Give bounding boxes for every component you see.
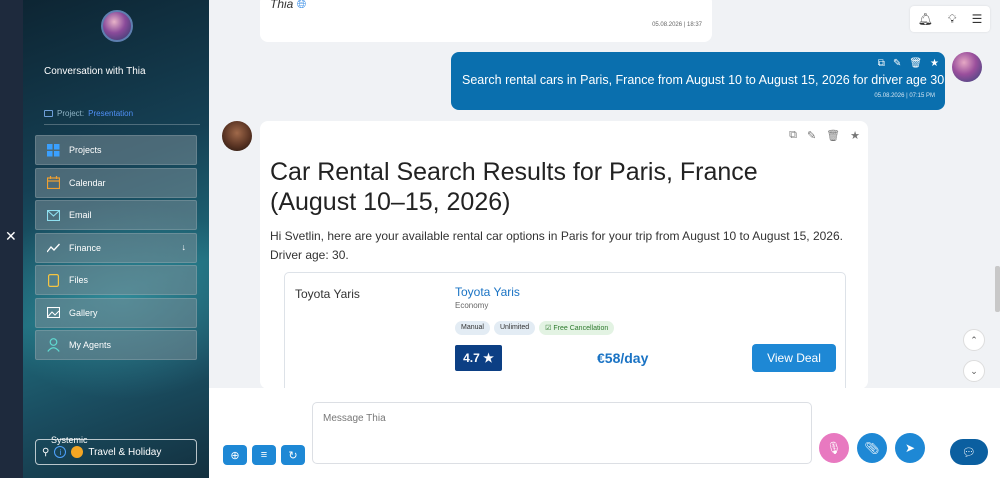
sidebar-item-label: Gallery — [69, 307, 98, 318]
message-bubble-previous: Thia 🌐︎ 05.08.2026 | 18:37 — [260, 0, 712, 42]
chevron-up-icon: ⌃ — [970, 334, 978, 345]
car-name-link[interactable]: Toyota Yaris — [455, 285, 520, 299]
sidebar-item-label: Calendar — [69, 177, 106, 188]
travel-holiday-selector[interactable]: ⚲ i Travel & Holiday — [35, 439, 197, 465]
sidebar-item-calendar[interactable]: Calendar — [35, 167, 197, 198]
star-icon[interactable]: ★ — [850, 129, 860, 142]
chevron-down-icon: ⌄ — [970, 365, 978, 376]
checkbox-icon: ☑ — [545, 325, 552, 332]
microphone-icon: 🎙︎ — [826, 441, 842, 455]
calendar-icon — [46, 176, 60, 190]
sidebar-item-label: Finance — [69, 242, 102, 253]
assistant-avatar — [222, 121, 252, 151]
folder-icon — [44, 110, 53, 117]
globe-icon: ⊕ — [230, 449, 240, 462]
sidebar-item-label: Email — [69, 210, 92, 220]
send-button[interactable]: ➤ — [895, 433, 925, 463]
send-icon: ➤ — [904, 441, 916, 455]
sidebar-item-email[interactable]: Email — [35, 200, 197, 230]
message-actions: ⧉ ✎ 🗑︎ ★ — [878, 58, 939, 69]
edit-icon[interactable]: ✎ — [893, 58, 901, 69]
bell-icon[interactable]: 🔔︎ — [918, 12, 933, 26]
sidebar-item-gallery[interactable]: Gallery — [35, 297, 197, 328]
composer-left-buttons: ⊕ ≡ ↻ — [223, 445, 305, 465]
location-pin-icon[interactable]: ⚲ — [42, 447, 49, 458]
lightbulb-icon[interactable]: 💡︎ — [948, 12, 956, 27]
star-icon[interactable]: ★ — [930, 58, 939, 69]
refresh-icon: ↻ — [288, 449, 298, 462]
sidebar-item-label: My Agents — [69, 340, 112, 350]
list-button[interactable]: ≡ — [252, 445, 276, 465]
grid-icon — [46, 143, 60, 157]
scrollbar-thumb[interactable] — [995, 266, 1000, 312]
chevron-down-icon[interactable]: ↓ — [182, 242, 187, 252]
price: €58/day — [597, 350, 649, 366]
file-icon — [46, 273, 60, 287]
chat-fab-button[interactable]: 💬︎ — [950, 439, 988, 465]
travel-icon — [71, 446, 84, 458]
sidebar-item-finance[interactable]: Finance ↓ — [35, 232, 197, 263]
view-deal-button[interactable]: View Deal — [752, 344, 836, 372]
globe-button[interactable]: ⊕ — [223, 445, 247, 465]
car-tags: Manual Unlimited ☑ Free Cancellation — [455, 321, 615, 335]
edit-icon[interactable]: ✎ — [807, 129, 816, 142]
menu-icon[interactable]: ☰ — [972, 12, 983, 26]
message-text: Thia 🌐︎ — [270, 0, 306, 12]
result-intro: Hi Svetlin, here are your available rent… — [270, 229, 843, 262]
message-text: Search rental cars in Paris, France from… — [462, 73, 945, 87]
result-title: Car Rental Search Results for Paris, Fra… — [270, 158, 758, 216]
car-class: Economy — [455, 301, 489, 310]
tag-free-cancellation: ☑ Free Cancellation — [539, 321, 615, 335]
sidebar-item-label: Files — [69, 275, 89, 285]
chat-area: 🔔︎ 💡︎ ☰ Thia 🌐︎ 05.08.2026 | 18:37 ⧉ ✎ 🗑… — [209, 0, 1000, 478]
composer: ⊕ ≡ ↻ 🎙︎ 📎︎ ➤ 💬︎ — [209, 388, 1000, 478]
avatar[interactable] — [101, 10, 133, 42]
message-timestamp: 05.08.2026 | 18:37 — [652, 22, 702, 28]
trash-icon[interactable]: 🗑︎ — [826, 129, 840, 142]
message-actions: ⧉ ✎ 🗑︎ ★ — [789, 129, 860, 142]
project-row[interactable]: Project: Presentation — [44, 109, 133, 118]
trash-icon[interactable]: 🗑︎ — [909, 58, 922, 69]
message-timestamp: 05.08.2026 | 07:15 PM — [874, 93, 935, 99]
sidebar: Conversation with Thia Project: Presenta… — [23, 0, 209, 478]
paperclip-icon: 📎︎ — [864, 441, 880, 455]
list-icon: ≡ — [260, 449, 268, 461]
car-result-card: Toyota Yaris Toyota Yaris Economy Manual… — [284, 272, 846, 389]
tag-mileage: Unlimited — [493, 321, 536, 335]
project-value: Presentation — [88, 109, 134, 118]
image-icon — [46, 306, 60, 320]
attach-button[interactable]: 📎︎ — [857, 433, 887, 463]
copy-icon[interactable]: ⧉ — [878, 58, 885, 69]
refresh-button[interactable]: ↻ — [281, 445, 305, 465]
project-label: Project: — [57, 109, 85, 118]
sidebar-item-label: Projects — [69, 145, 102, 155]
top-toolbar: 🔔︎ 💡︎ ☰ — [910, 6, 990, 32]
microphone-button[interactable]: 🎙︎ — [819, 433, 849, 463]
close-icon[interactable]: ✕ — [5, 229, 17, 243]
user-message-bubble: ⧉ ✎ 🗑︎ ★ Search rental cars in Paris, Fr… — [451, 52, 945, 110]
scroll-up-button[interactable]: ⌃ — [963, 329, 985, 351]
scroll-down-button[interactable]: ⌄ — [963, 360, 985, 382]
sidebar-item-projects[interactable]: Projects — [35, 135, 197, 165]
tag-transmission: Manual — [455, 321, 490, 335]
user-avatar — [952, 52, 982, 82]
chart-line-icon — [46, 241, 60, 255]
conversation-title: Conversation with Thia — [44, 66, 146, 77]
rating-badge: 4.7 ★ — [455, 345, 502, 371]
globe-icon: 🌐︎ — [296, 0, 307, 11]
info-icon[interactable]: i — [54, 446, 67, 458]
mail-icon — [46, 208, 60, 222]
copy-icon[interactable]: ⧉ — [789, 129, 797, 142]
sidebar-menu: Projects Calendar Email Finance ↓ Files … — [35, 135, 197, 363]
sidebar-item-files[interactable]: Files — [35, 265, 197, 295]
user-icon — [46, 338, 60, 352]
chat-bubble-icon: 💬︎ — [962, 446, 976, 459]
message-input[interactable] — [312, 402, 812, 464]
assistant-message-bubble: ⧉ ✎ 🗑︎ ★ Car Rental Search Results for P… — [260, 121, 868, 389]
travel-label: Travel & Holiday — [88, 446, 162, 458]
car-label: Toyota Yaris — [295, 287, 360, 301]
left-strip: ✕ — [0, 0, 23, 478]
divider — [44, 124, 200, 125]
sidebar-item-my-agents[interactable]: My Agents — [35, 330, 197, 360]
